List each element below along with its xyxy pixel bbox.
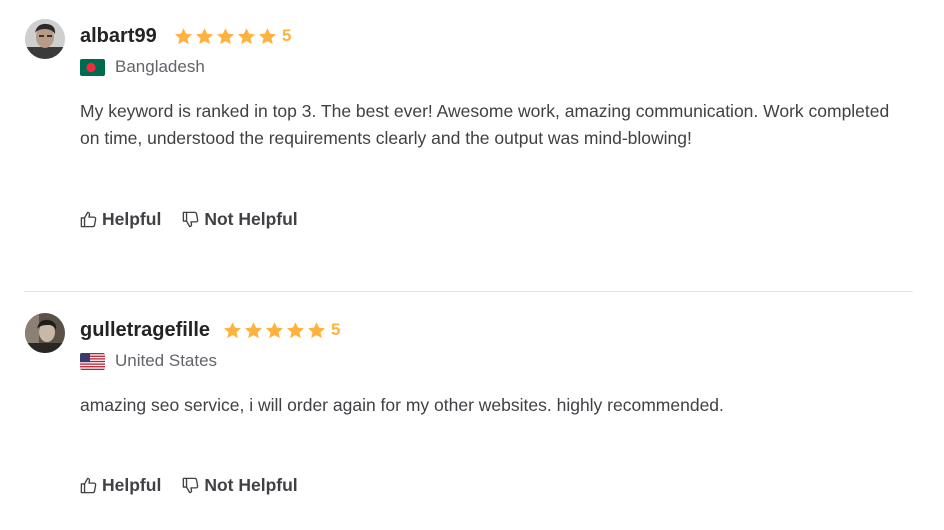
review-text: My keyword is ranked in top 3. The best … — [80, 101, 890, 148]
rating-stars: 5 — [174, 26, 291, 46]
thumbs-up-icon — [80, 211, 97, 228]
star-icon — [265, 321, 284, 340]
review-item: gulletragefille 5 United States amazing … — [0, 292, 944, 530]
username[interactable]: albart99 — [80, 25, 157, 48]
helpful-button[interactable]: Helpful — [79, 209, 161, 230]
username[interactable]: gulletragefille — [80, 319, 210, 342]
country-row: Bangladesh — [80, 57, 205, 77]
star-icon — [195, 27, 214, 46]
avatar[interactable] — [25, 313, 65, 353]
star-icon — [237, 27, 256, 46]
star-icon — [286, 321, 305, 340]
star-icon — [258, 27, 277, 46]
not-helpful-label: Not Helpful — [204, 475, 298, 495]
thumbs-down-icon — [183, 211, 199, 228]
thumbs-up-icon — [80, 477, 97, 494]
rating-value: 5 — [331, 320, 341, 339]
country-name: Bangladesh — [115, 57, 205, 76]
not-helpful-button[interactable]: Not Helpful — [181, 475, 298, 496]
star-icon — [244, 321, 263, 340]
country-name: United States — [115, 351, 218, 370]
helpful-label: Helpful — [102, 475, 162, 495]
thumbs-down-icon — [183, 477, 199, 494]
star-icon — [174, 27, 193, 46]
not-helpful-button[interactable]: Not Helpful — [181, 209, 298, 230]
avatar[interactable] — [25, 19, 65, 59]
feedback-actions: Helpful Not Helpful — [79, 209, 298, 230]
not-helpful-label: Not Helpful — [204, 209, 298, 229]
star-icon — [216, 27, 235, 46]
rating-stars: 5 — [223, 320, 340, 340]
bangladesh-flag-icon — [80, 58, 105, 76]
helpful-button[interactable]: Helpful — [79, 475, 161, 496]
star-icon — [223, 321, 242, 340]
star-icon — [307, 321, 326, 340]
helpful-label: Helpful — [102, 209, 162, 229]
usa-flag-icon — [80, 352, 105, 370]
country-row: United States — [80, 351, 217, 371]
review-text: amazing seo service, i will order again … — [80, 395, 724, 415]
rating-value: 5 — [282, 26, 292, 45]
review-item: albart99 5 Bangladesh My keyword is rank… — [0, 0, 944, 291]
feedback-actions: Helpful Not Helpful — [79, 475, 298, 496]
